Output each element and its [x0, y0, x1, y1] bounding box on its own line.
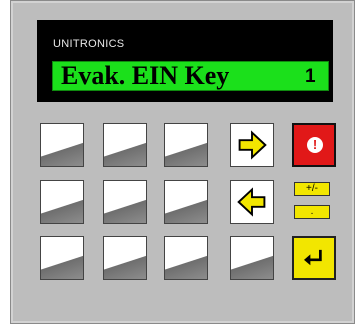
lcd-message: Evak. EIN Key: [61, 61, 230, 90]
keypad-key-r1c1[interactable]: [40, 123, 84, 167]
plus-minus-key[interactable]: +/-: [294, 182, 330, 196]
lcd-value: 1: [305, 66, 316, 87]
esc-key[interactable]: !: [292, 123, 336, 167]
left-arrow-icon: [237, 187, 266, 217]
keypad-key-r3c4[interactable]: [230, 236, 274, 280]
left-arrow-key[interactable]: [230, 180, 274, 224]
keypad-key-r3c1[interactable]: [40, 236, 84, 280]
keypad-key-r1c3[interactable]: [164, 123, 208, 167]
lcd-screen: Evak. EIN Key 1: [52, 61, 329, 91]
keypad-key-r3c3[interactable]: [164, 236, 208, 280]
decimal-point-key[interactable]: .: [294, 205, 330, 219]
enter-key[interactable]: [292, 236, 336, 280]
alert-icon: !: [307, 137, 323, 153]
keypad-key-r3c2[interactable]: [103, 236, 147, 280]
right-arrow-key[interactable]: [230, 123, 274, 167]
keypad-key-r2c2[interactable]: [103, 180, 147, 224]
keypad-key-r1c2[interactable]: [103, 123, 147, 167]
keypad-key-r2c3[interactable]: [164, 180, 208, 224]
enter-icon: [304, 249, 322, 266]
right-arrow-icon: [238, 130, 267, 160]
brand-label: UNITRONICS: [53, 38, 125, 50]
keypad-key-r2c1[interactable]: [40, 180, 84, 224]
